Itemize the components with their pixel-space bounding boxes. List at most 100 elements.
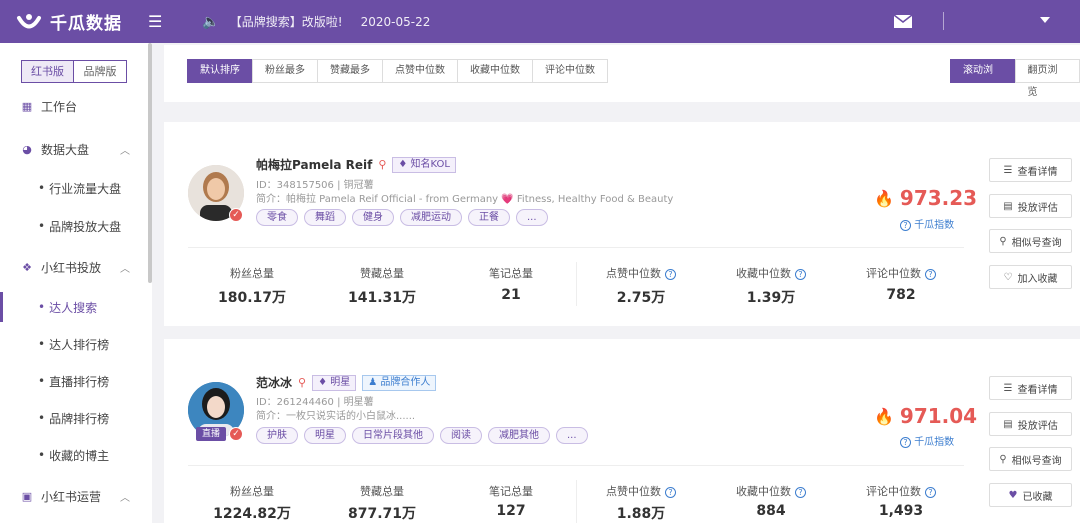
- user-menu-caret-icon[interactable]: [1040, 17, 1050, 23]
- sidebar-subitem[interactable]: • 直播排行榜: [0, 366, 148, 396]
- edition-brand[interactable]: 品牌版: [74, 60, 127, 83]
- logo-icon: [17, 13, 41, 28]
- sort-like-median[interactable]: 点赞中位数: [382, 59, 458, 83]
- help-icon[interactable]: ?: [665, 268, 676, 280]
- search-icon[interactable]: ⚲: [378, 158, 386, 171]
- similar-search-button[interactable]: ⚲ 相似号查询: [989, 229, 1072, 253]
- sidebar-subitem[interactable]: • 收藏的博主: [0, 440, 148, 470]
- edition-switch: 红书版 品牌版: [21, 60, 127, 83]
- score-value: 971.04: [899, 404, 978, 428]
- help-icon[interactable]: ?: [925, 268, 936, 280]
- top-bar: 千瓜数据 ☰ 🔈 【品牌搜索】改版啦! 2020-05-22: [0, 0, 1080, 43]
- grid-icon: ▦: [21, 99, 33, 113]
- stat-label: 赞藏总量: [360, 485, 404, 498]
- stat-value: 1224.82万: [213, 506, 291, 522]
- view-detail-button[interactable]: ☰ 查看详情: [989, 376, 1072, 400]
- content-tag[interactable]: 减肥其他: [488, 427, 550, 444]
- add-favorite-button[interactable]: ♡ 加入收藏: [989, 265, 1072, 289]
- sort-likes-collects[interactable]: 赞藏最多: [317, 59, 383, 83]
- qiangua-score: 🔥 973.23: [874, 186, 977, 210]
- content-tag[interactable]: 健身: [352, 209, 394, 226]
- content-tag[interactable]: 减肥运动: [400, 209, 462, 226]
- stat-label: 评论中位数?: [836, 483, 966, 499]
- content-tag[interactable]: 阅读: [440, 427, 482, 444]
- sort-collect-median[interactable]: 收藏中位数: [457, 59, 533, 83]
- sort-default[interactable]: 默认排序: [187, 59, 253, 83]
- favorited-button[interactable]: ♥ 已收藏: [989, 483, 1072, 507]
- blogger-tag: ♟ 品牌合作人: [362, 374, 437, 391]
- announcement-link[interactable]: 【品牌搜索】改版啦!: [230, 13, 343, 30]
- blogger-id: ID：348157506 | 铜冠薯: [256, 180, 374, 191]
- sidebar-item-xhs-ops[interactable]: ▣ 小红书运营 ︿: [0, 481, 148, 511]
- heart-filled-icon: ♥: [1008, 489, 1018, 501]
- content-tag[interactable]: 护肤: [256, 427, 298, 444]
- sidebar-item-label: 数据大盘: [41, 142, 90, 157]
- sidebar-item-data-overview[interactable]: ◕ 数据大盘 ︿: [0, 134, 148, 164]
- sidebar-subitem[interactable]: • 品牌排行榜: [0, 403, 148, 433]
- content-tag[interactable]: 明星: [304, 427, 346, 444]
- blogger-name[interactable]: 范冰冰: [256, 374, 292, 391]
- announcement-date: 2020-05-22: [360, 14, 431, 29]
- similar-search-button[interactable]: ⚲ 相似号查询: [989, 447, 1072, 471]
- view-detail-button[interactable]: ☰ 查看详情: [989, 158, 1072, 182]
- content-tag[interactable]: 舞蹈: [304, 209, 346, 226]
- sidebar-item-xhs-ads[interactable]: ❖ 小红书投放 ︿: [0, 252, 148, 282]
- view-scroll[interactable]: 滚动浏览: [950, 59, 1016, 98]
- content-tag[interactable]: 正餐: [468, 209, 510, 226]
- divider: [188, 247, 964, 248]
- stat-label: 赞藏总量: [360, 267, 404, 280]
- evaluate-button[interactable]: ▤ 投放评估: [989, 194, 1072, 218]
- help-icon[interactable]: ?: [925, 486, 936, 498]
- sort-fans[interactable]: 粉丝最多: [252, 59, 318, 83]
- flame-icon: 🔥: [874, 188, 894, 208]
- evaluate-button[interactable]: ▤ 投放评估: [989, 412, 1072, 436]
- content-tag[interactable]: 日常片段其他: [352, 427, 434, 444]
- stat-label: 笔记总量: [489, 267, 533, 280]
- sort-tabs: 默认排序 粉丝最多 赞藏最多 点赞中位数 收藏中位数 评论中位数: [187, 59, 608, 83]
- help-icon[interactable]: ?: [795, 486, 806, 498]
- sidebar-subitem[interactable]: • 行业流量大盘: [0, 173, 148, 203]
- stat-value: 1.39万: [746, 290, 796, 306]
- sidebar-subitem[interactable]: • 品牌投放大盘: [0, 211, 148, 241]
- divider: [188, 465, 964, 466]
- sidebar-item-workbench[interactable]: ▦ 工作台: [0, 91, 148, 121]
- sidebar-subitem-active[interactable]: • 达人搜索: [0, 292, 148, 322]
- stat-label: 点赞中位数?: [576, 483, 706, 499]
- logo[interactable]: 千瓜数据: [16, 9, 122, 35]
- chat-icon: ▣: [21, 489, 33, 503]
- content-tag[interactable]: 零食: [256, 209, 298, 226]
- stat-value: 127: [496, 503, 526, 519]
- score-value: 973.23: [899, 186, 978, 210]
- menu-toggle-icon[interactable]: ☰: [148, 12, 162, 31]
- sort-comment-median[interactable]: 评论中位数: [532, 59, 608, 83]
- header-separator: [943, 12, 944, 30]
- stat-label: 粉丝总量: [230, 485, 274, 498]
- help-icon: ?: [900, 436, 911, 448]
- stat-value: 2.75万: [616, 290, 666, 306]
- blogger-name-row: 范冰冰 ⚲ ♦ 明星 ♟ 品牌合作人: [256, 374, 437, 391]
- stat-value: 782: [886, 287, 916, 303]
- search-icon[interactable]: ⚲: [298, 376, 306, 389]
- list-icon: ☰: [1003, 164, 1013, 176]
- stat-value: 21: [501, 287, 521, 303]
- score-label[interactable]: ? 千瓜指数: [896, 216, 954, 231]
- stat-value: 180.17万: [217, 290, 287, 306]
- help-icon[interactable]: ?: [665, 486, 676, 498]
- stat-label: 点赞中位数?: [576, 265, 706, 281]
- document-icon: ▤: [1003, 418, 1013, 430]
- stat-value: 884: [756, 503, 786, 519]
- help-icon[interactable]: ?: [795, 268, 806, 280]
- verified-icon: ✓: [229, 208, 243, 222]
- blogger-name[interactable]: 帕梅拉Pamela Reif: [256, 156, 372, 173]
- sidebar-scrollbar[interactable]: [148, 43, 152, 283]
- view-paged[interactable]: 翻页浏览: [1014, 59, 1080, 98]
- speaker-icon: 🔈: [202, 13, 220, 30]
- verified-icon: ✓: [229, 427, 243, 441]
- more-tags[interactable]: ...: [556, 427, 588, 444]
- more-tags[interactable]: ...: [516, 209, 548, 226]
- sidebar-subitem[interactable]: • 达人排行榜: [0, 329, 148, 359]
- edition-red[interactable]: 红书版: [21, 60, 74, 83]
- mail-icon[interactable]: [894, 15, 912, 28]
- score-label[interactable]: ? 千瓜指数: [896, 433, 954, 448]
- stat-value: 1.88万: [616, 506, 666, 522]
